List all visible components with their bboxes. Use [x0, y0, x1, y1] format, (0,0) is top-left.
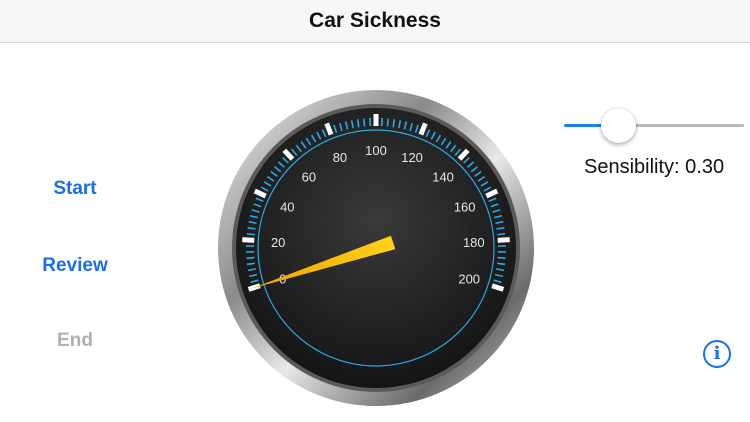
gauge-tick-label: 60 [302, 170, 316, 185]
speedometer-gauge: 020406080100120140160180200 [218, 90, 534, 406]
gauge-tick-label: 40 [280, 199, 294, 214]
minor-tick [246, 256, 255, 259]
minor-tick [356, 119, 360, 128]
sensitivity-slider[interactable] [564, 108, 744, 144]
start-button[interactable]: Start [0, 178, 150, 200]
gauge-tick-label: 120 [401, 150, 423, 165]
sensitivity-label: Sensibility: 0.30 [584, 156, 725, 178]
slider-thumb[interactable] [600, 108, 636, 143]
navigation-bar: Car Sickness [0, 0, 750, 43]
minor-tick [246, 262, 256, 266]
minor-tick [497, 256, 506, 259]
minor-tick [392, 119, 396, 128]
gauge-tick-label: 200 [458, 271, 480, 286]
gauge-tick-label: 80 [333, 150, 347, 165]
minor-tick [386, 118, 390, 127]
minor-tick [246, 232, 255, 236]
gauge-tick-label: 100 [365, 143, 387, 158]
review-button[interactable]: Review [0, 255, 150, 277]
minor-tick [362, 118, 366, 127]
info-icon[interactable]: i [703, 340, 731, 368]
gauge-tick-label: 180 [463, 235, 485, 250]
minor-tick [496, 262, 506, 266]
major-tick [497, 237, 510, 243]
slider-track [618, 124, 744, 127]
minor-tick [497, 232, 506, 236]
page-title: Car Sickness [309, 9, 441, 32]
end-button[interactable]: End [0, 330, 150, 352]
major-tick [242, 237, 255, 243]
major-tick [491, 283, 505, 292]
gauge-tick-label: 20 [271, 235, 285, 250]
gauge-tick-label: 160 [454, 199, 476, 214]
gauge-tick-label: 140 [432, 170, 454, 185]
